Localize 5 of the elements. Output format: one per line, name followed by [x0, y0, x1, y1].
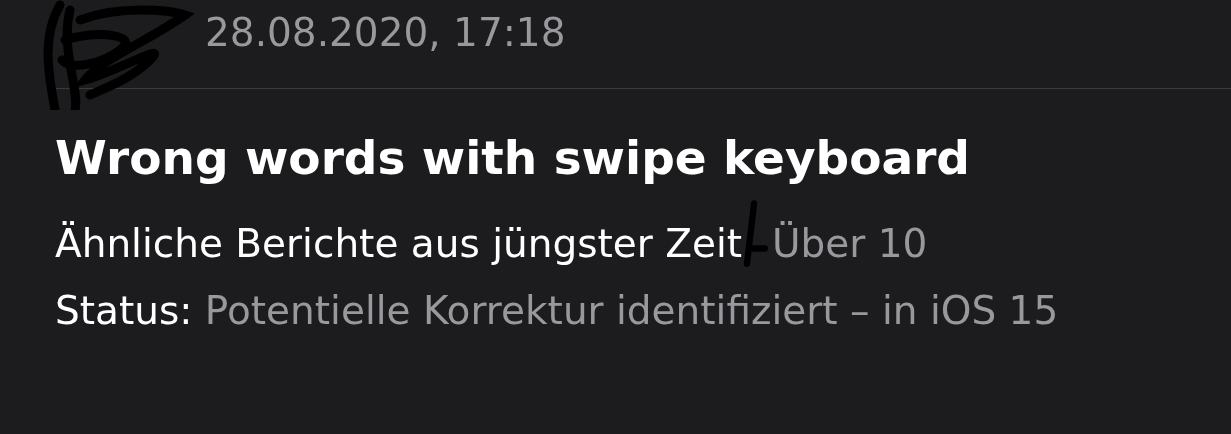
status-line: Status: Potentielle Korrektur identifiziert – in iOS 15: [55, 287, 1060, 336]
report-title: Wrong words with swipe keyboard: [55, 131, 971, 186]
date-time: 28.08.2020, 17:18: [205, 9, 566, 55]
reports-count: Über 10: [772, 221, 928, 267]
reports-label: Ähnliche Berichte aus jüngster Zeit: [55, 221, 743, 267]
